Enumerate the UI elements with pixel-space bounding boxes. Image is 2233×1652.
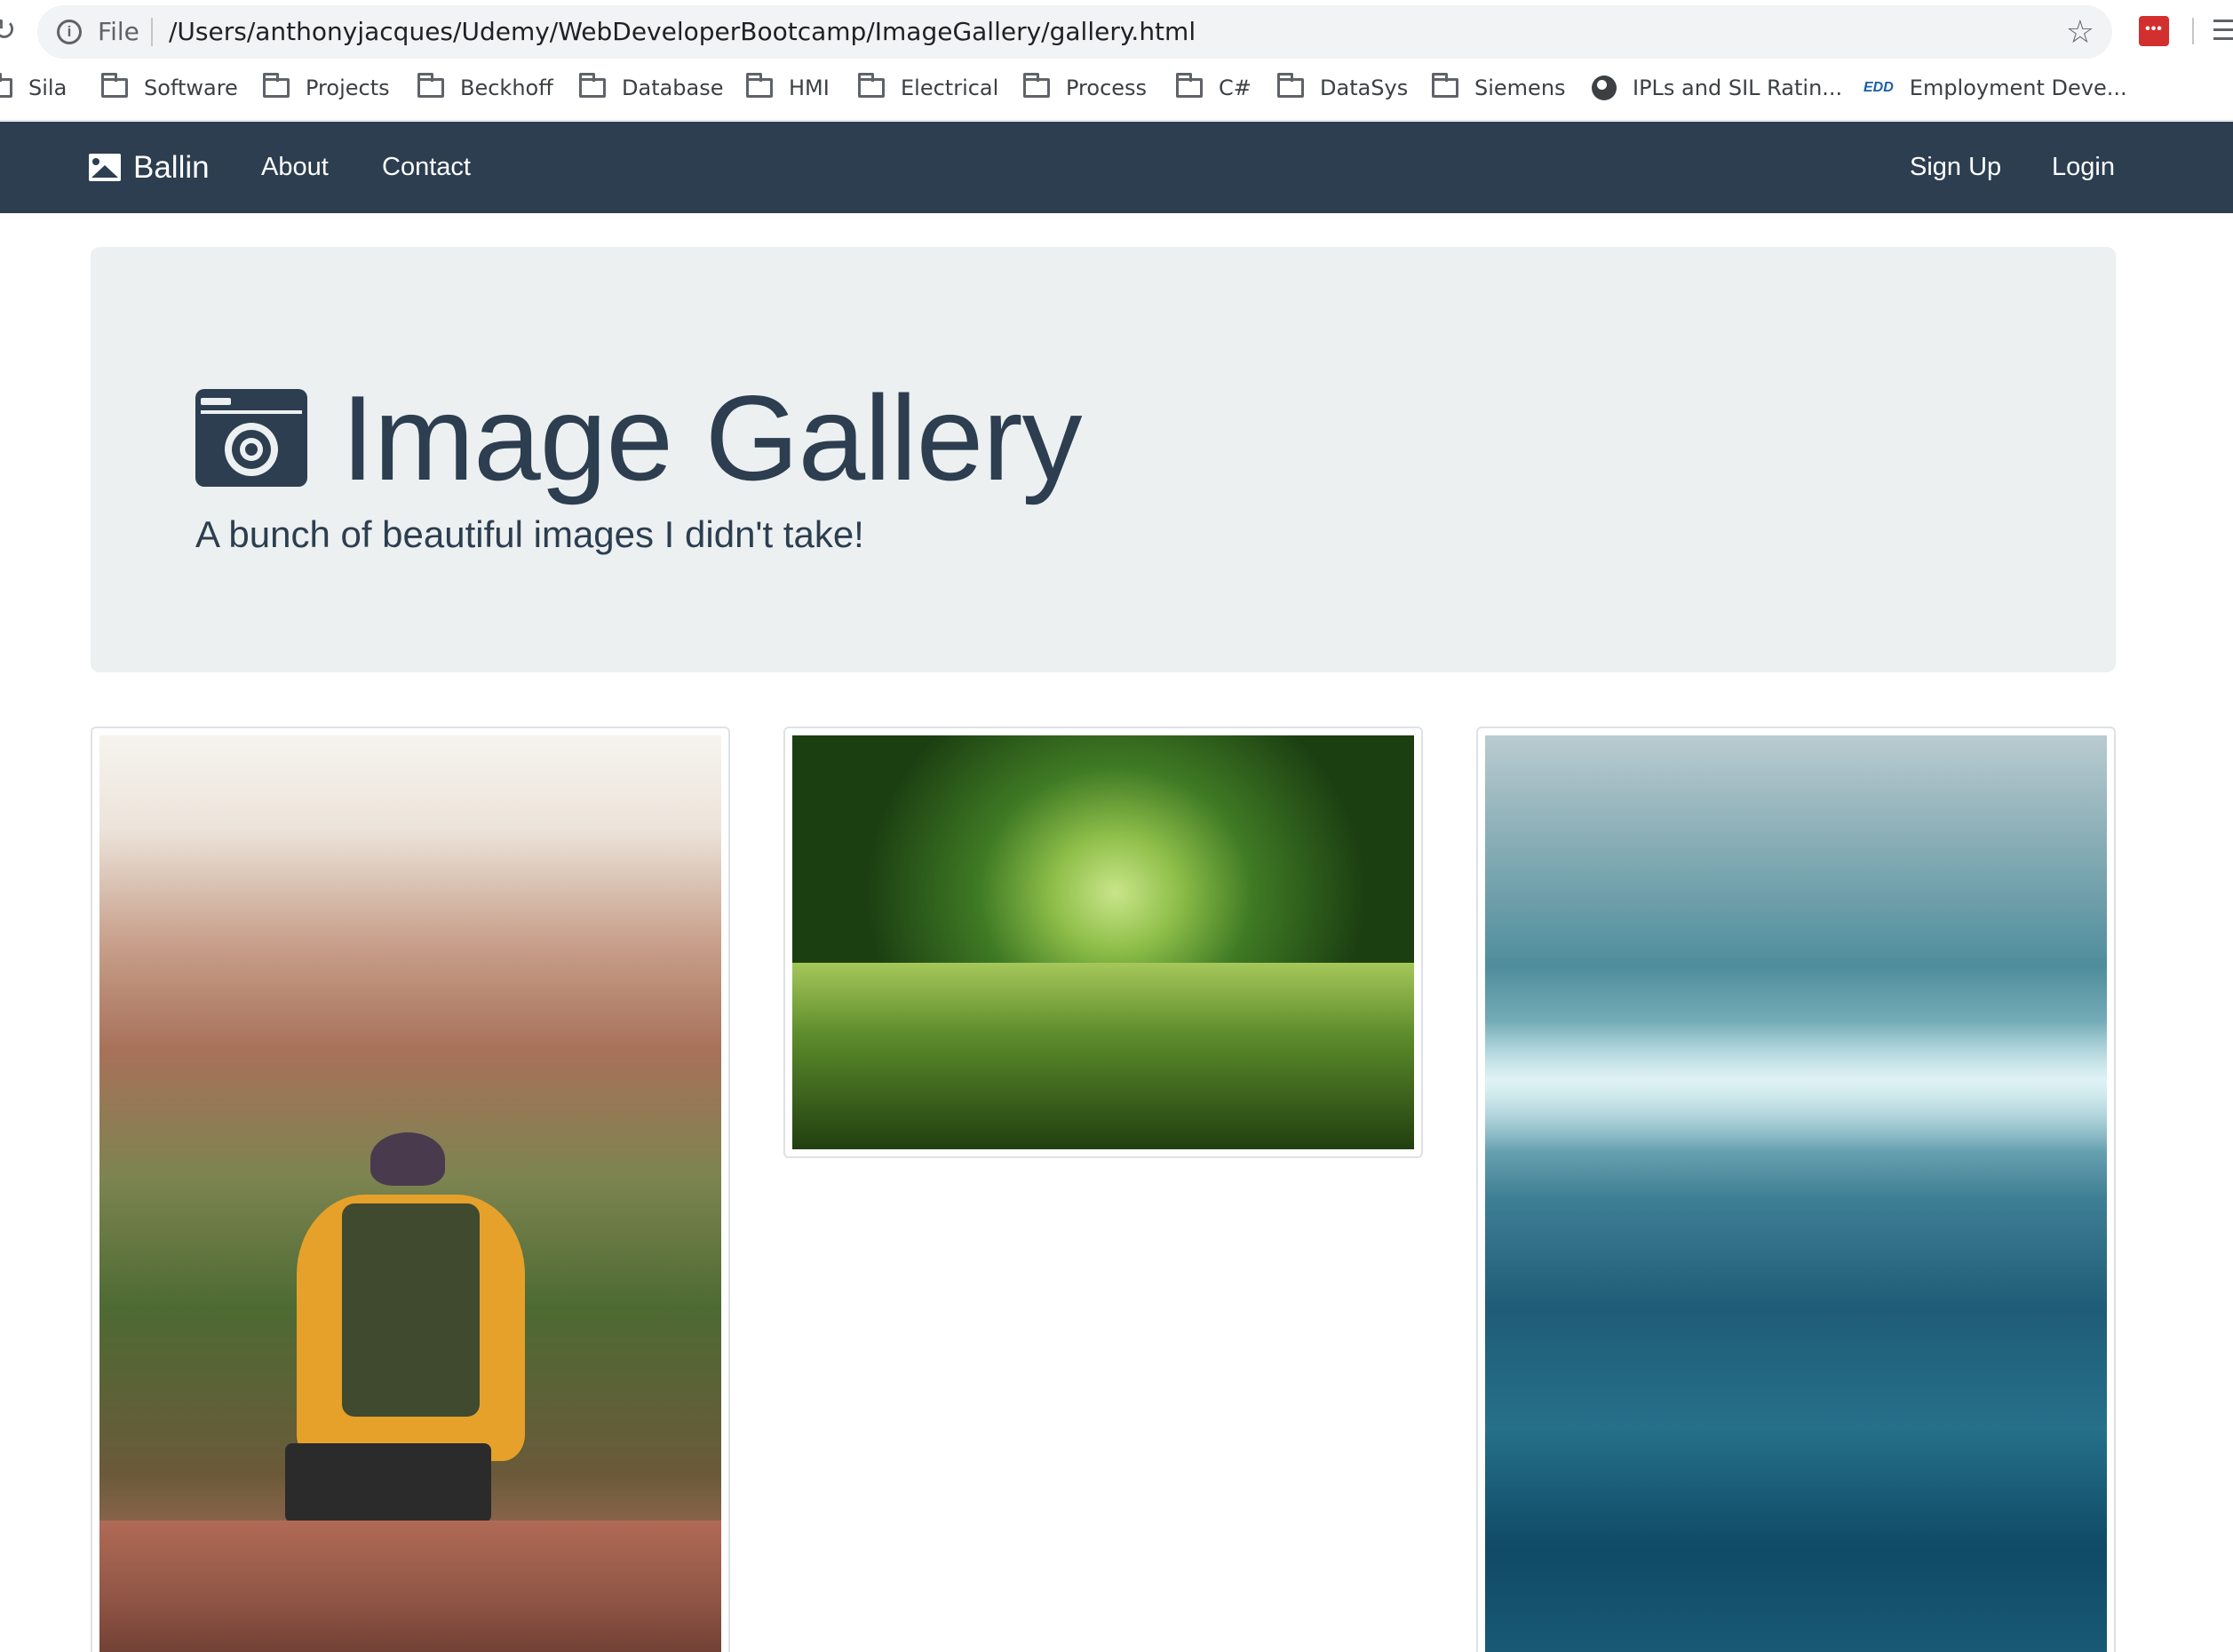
bookmark-label: Sila bbox=[28, 75, 68, 100]
gallery-thumbnail[interactable] bbox=[1476, 727, 2116, 1652]
navbar: Ballin About Contact Sign Up Login bbox=[0, 122, 2233, 213]
folder-icon bbox=[1176, 73, 1203, 98]
camera-icon bbox=[195, 389, 307, 487]
bookmark-label: Electrical bbox=[901, 75, 999, 100]
wave-foam bbox=[1485, 1021, 2107, 1151]
page-subtitle: A bunch of beautiful images I didn't tak… bbox=[195, 513, 864, 555]
folder-icon bbox=[579, 73, 606, 98]
bookmark-projects[interactable]: Projects bbox=[263, 64, 390, 112]
extension-icon[interactable]: ••• bbox=[2139, 16, 2169, 46]
bookmark-label: C# bbox=[1219, 75, 1252, 100]
file-label: File bbox=[98, 17, 139, 46]
bookmarks-bar: Sila Software Projects Beckhoff Database… bbox=[0, 64, 2233, 121]
url-text[interactable]: /Users/anthonyjacques/Udemy/WebDeveloper… bbox=[169, 5, 1196, 59]
forest-river-image bbox=[792, 735, 1414, 1149]
bookmark-label: Software bbox=[144, 75, 238, 100]
folder-icon bbox=[417, 73, 444, 98]
page-title: Image Gallery bbox=[341, 370, 1083, 505]
river-water bbox=[792, 963, 1414, 1149]
bookmark-label: Projects bbox=[306, 75, 390, 100]
bookmark-label: Employment Deve... bbox=[1909, 75, 2127, 100]
brand-label: Ballin bbox=[133, 149, 210, 185]
picture-icon bbox=[89, 154, 121, 181]
bookmark-software[interactable]: Software bbox=[101, 64, 238, 112]
toolbar-separator bbox=[2192, 18, 2194, 44]
hiker-image bbox=[99, 735, 721, 1652]
bookmark-siemens[interactable]: Siemens bbox=[1432, 64, 1566, 112]
edd-icon: EDD bbox=[1863, 80, 1894, 95]
bookmark-sila[interactable]: Sila bbox=[0, 64, 67, 112]
nav-signup-link[interactable]: Sign Up bbox=[1910, 122, 2001, 213]
bookmark-datasys[interactable]: DataSys bbox=[1277, 64, 1408, 112]
navbar-brand[interactable]: Ballin bbox=[89, 122, 210, 213]
bookmark-database[interactable]: Database bbox=[579, 64, 724, 112]
gallery-thumbnail[interactable] bbox=[91, 727, 730, 1652]
browser-toolbar: ↻ i File /Users/anthonyjacques/Udemy/Web… bbox=[0, 0, 2233, 64]
folder-icon bbox=[1023, 73, 1050, 98]
folder-icon bbox=[0, 73, 12, 98]
bookmark-csharp[interactable]: C# bbox=[1176, 64, 1252, 112]
gallery-thumbnail[interactable] bbox=[783, 727, 1423, 1158]
bookmark-label: Process bbox=[1066, 75, 1148, 100]
bookmark-label: Beckhoff bbox=[460, 75, 553, 100]
bookmark-label: Siemens bbox=[1474, 75, 1566, 100]
bookmark-ipls-sil[interactable]: IPLs and SIL Ratin... bbox=[1592, 64, 1842, 112]
ocean-waves-image bbox=[1485, 735, 2107, 1652]
nav-login-link[interactable]: Login bbox=[2052, 122, 2115, 213]
folder-icon bbox=[1432, 73, 1458, 98]
bookmark-electrical[interactable]: Electrical bbox=[858, 64, 998, 112]
stone-wall bbox=[99, 1521, 721, 1652]
info-icon[interactable]: i bbox=[57, 20, 82, 44]
jumbotron: Image Gallery A bunch of beautiful image… bbox=[91, 247, 2116, 672]
folder-icon bbox=[263, 73, 290, 98]
nav-about-link[interactable]: About bbox=[261, 122, 329, 213]
folder-icon bbox=[1277, 73, 1304, 98]
bookmark-star-icon[interactable]: ☆ bbox=[2066, 12, 2094, 52]
bookmark-label: DataSys bbox=[1320, 75, 1409, 100]
bookmark-beckhoff[interactable]: Beckhoff bbox=[417, 64, 553, 112]
jumbotron-heading: Image Gallery bbox=[195, 370, 1083, 505]
folder-icon bbox=[746, 73, 773, 98]
bookmark-label: IPLs and SIL Ratin... bbox=[1633, 75, 1843, 100]
bookmark-label: HMI bbox=[789, 75, 830, 100]
address-bar[interactable]: i File /Users/anthonyjacques/Udemy/WebDe… bbox=[37, 5, 2112, 59]
menu-icon[interactable] bbox=[2213, 20, 2233, 46]
globe-icon bbox=[1592, 75, 1617, 100]
nav-contact-link[interactable]: Contact bbox=[382, 122, 471, 213]
folder-icon bbox=[858, 73, 885, 98]
hiker-figure bbox=[274, 1132, 560, 1576]
reload-icon[interactable]: ↻ bbox=[0, 12, 18, 48]
bookmark-hmi[interactable]: HMI bbox=[746, 64, 830, 112]
folder-icon bbox=[101, 73, 128, 98]
bookmark-process[interactable]: Process bbox=[1023, 64, 1147, 112]
bookmark-label: Database bbox=[622, 75, 724, 100]
address-separator bbox=[151, 18, 153, 46]
bookmark-employment[interactable]: EDD Employment Deve... bbox=[1863, 64, 2127, 112]
